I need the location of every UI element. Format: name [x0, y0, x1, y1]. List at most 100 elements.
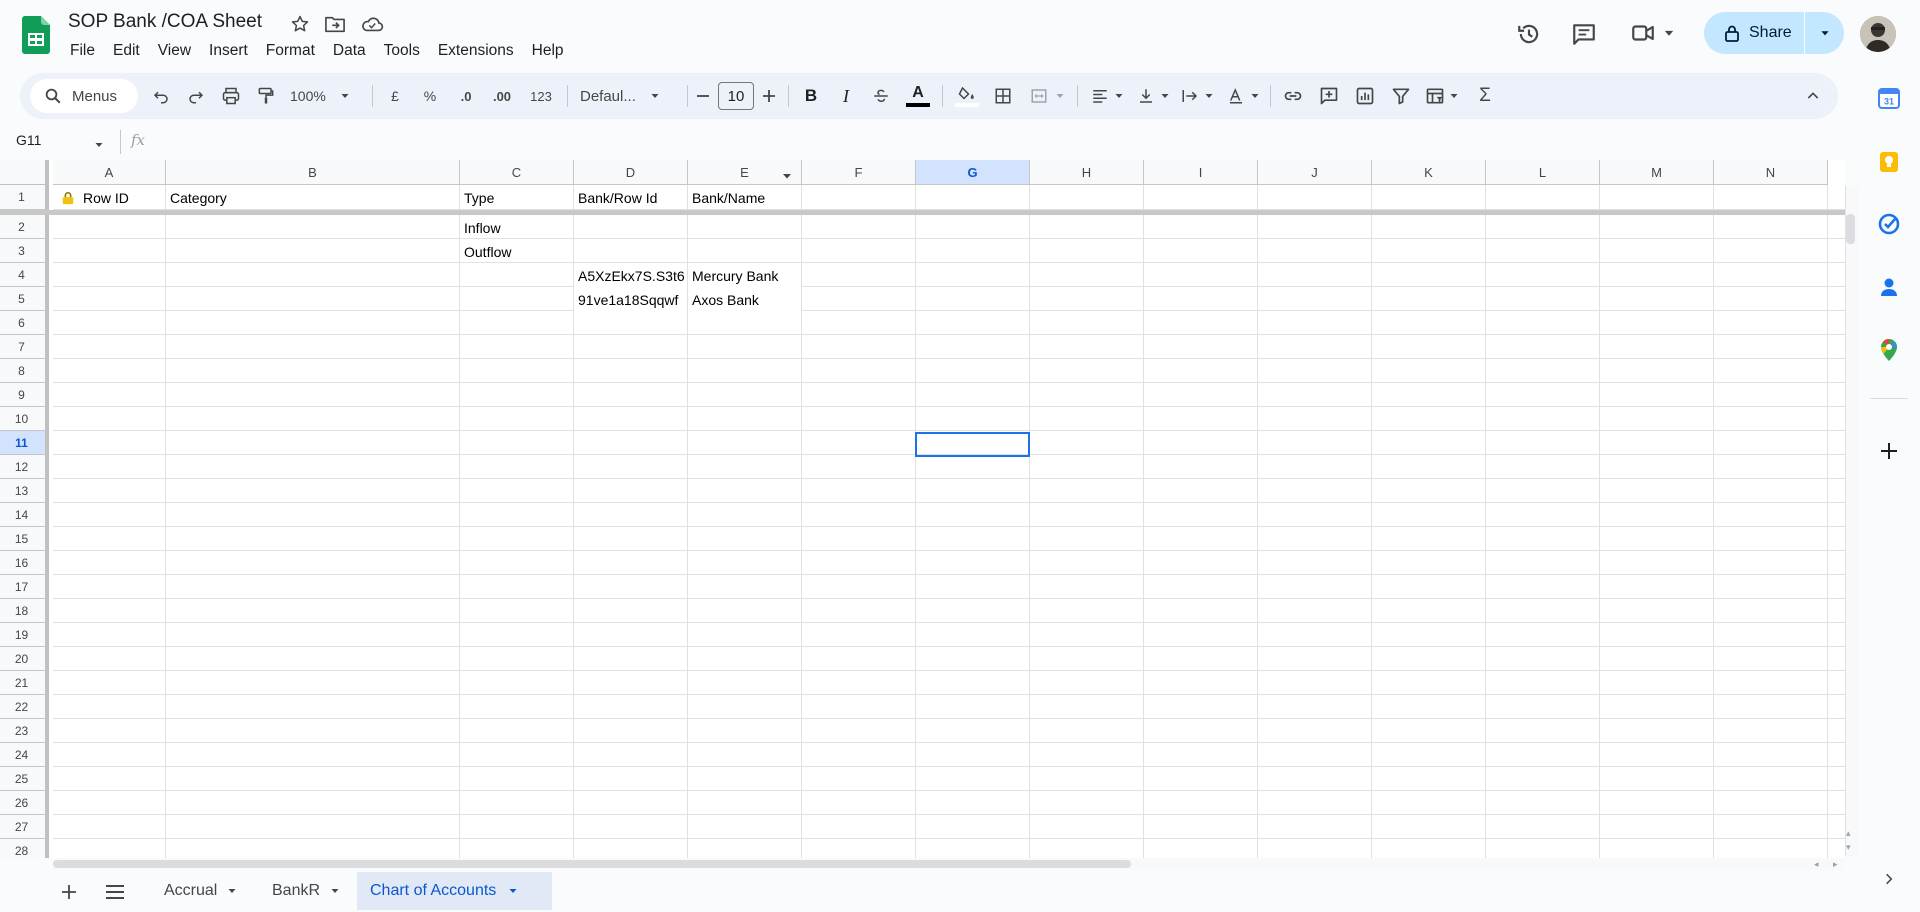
collapse-toolbar-icon[interactable]	[1800, 80, 1826, 112]
menu-file[interactable]: File	[60, 42, 104, 60]
scroll-up-icon[interactable]: ▴	[1846, 828, 1851, 839]
cell-D5[interactable]: 91ve1a18Sqqwf	[574, 288, 687, 311]
move-folder-icon[interactable]	[323, 12, 347, 36]
cell-A1[interactable]: Row ID	[53, 185, 165, 210]
row-header-18[interactable]: 18	[0, 599, 49, 623]
row-header-2[interactable]: 2	[0, 215, 49, 239]
row-header-21[interactable]: 21	[0, 671, 49, 695]
menu-view[interactable]: View	[149, 42, 200, 60]
cell-B1[interactable]: Category	[166, 185, 459, 210]
contacts-icon[interactable]	[1876, 274, 1902, 300]
horizontal-align-icon[interactable]	[1087, 80, 1127, 112]
column-e-menu-icon[interactable]	[782, 168, 792, 186]
zoom-select[interactable]: 100%	[290, 80, 360, 112]
row-header-26[interactable]: 26	[0, 791, 49, 815]
vertical-align-icon[interactable]	[1133, 80, 1173, 112]
font-size-input[interactable]: 10	[718, 82, 754, 110]
column-header-m[interactable]: M	[1600, 160, 1714, 185]
scroll-left-icon[interactable]: ◂	[1814, 859, 1819, 870]
avatar[interactable]	[1860, 16, 1896, 52]
column-header-c[interactable]: C	[460, 160, 574, 185]
insert-comment-icon[interactable]	[1315, 80, 1343, 112]
column-header-d[interactable]: D	[574, 160, 688, 185]
sheet-tab-bankr[interactable]: BankR	[262, 872, 350, 910]
filter-icon[interactable]	[1387, 80, 1415, 112]
text-rotation-icon[interactable]	[1223, 80, 1263, 112]
row-header-16[interactable]: 16	[0, 551, 49, 575]
menus-search[interactable]: Menus	[30, 79, 138, 113]
fill-color-icon[interactable]	[952, 80, 982, 112]
undo-icon[interactable]	[148, 80, 174, 112]
cell-E5[interactable]: Axos Bank	[688, 288, 801, 311]
row-header-24[interactable]: 24	[0, 743, 49, 767]
share-button[interactable]: Share	[1704, 12, 1844, 54]
row-header-7[interactable]: 7	[0, 335, 49, 359]
share-main[interactable]: Share	[1704, 12, 1804, 54]
star-icon[interactable]	[288, 12, 312, 36]
cell-D4[interactable]: A5XzEkx7S.S3t6	[574, 264, 687, 287]
tasks-icon[interactable]	[1876, 211, 1902, 237]
row-header-3[interactable]: 3	[0, 239, 49, 263]
row-header-14[interactable]: 14	[0, 503, 49, 527]
cloud-saved-icon[interactable]	[360, 12, 384, 36]
row-header-19[interactable]: 19	[0, 623, 49, 647]
font-select[interactable]: Defaul...	[580, 80, 680, 112]
row-header-17[interactable]: 17	[0, 575, 49, 599]
menu-help[interactable]: Help	[523, 42, 573, 60]
italic-icon[interactable]: I	[833, 80, 859, 112]
functions-icon[interactable]: Σ	[1472, 80, 1498, 112]
row-header-4[interactable]: 4	[0, 263, 49, 287]
column-header-j[interactable]: J	[1258, 160, 1372, 185]
row-header-13[interactable]: 13	[0, 479, 49, 503]
frozen-row-divider[interactable]	[0, 210, 1845, 215]
sheets-logo-icon[interactable]	[22, 16, 50, 54]
column-header-k[interactable]: K	[1372, 160, 1486, 185]
name-box-dropdown[interactable]	[94, 137, 104, 155]
row-header-12[interactable]: 12	[0, 455, 49, 479]
keep-icon[interactable]	[1876, 149, 1902, 175]
strikethrough-icon[interactable]	[868, 80, 894, 112]
row-header-6[interactable]: 6	[0, 311, 49, 335]
paint-format-icon[interactable]	[253, 80, 279, 112]
column-header-g[interactable]: G	[916, 160, 1030, 185]
decrease-font-size-icon[interactable]	[692, 80, 714, 112]
bold-icon[interactable]: B	[798, 80, 824, 112]
expand-side-panel-icon[interactable]	[1876, 866, 1902, 892]
row-header-27[interactable]: 27	[0, 815, 49, 839]
name-box[interactable]: G11	[16, 132, 96, 148]
menu-extensions[interactable]: Extensions	[429, 42, 523, 60]
column-header-i[interactable]: I	[1144, 160, 1258, 185]
scroll-right-icon[interactable]: ▸	[1833, 859, 1838, 870]
menu-tools[interactable]: Tools	[375, 42, 429, 60]
select-all-corner[interactable]	[0, 160, 49, 185]
spreadsheet-grid[interactable]: ABCDEFGHIJKLMN 1 2 3 4 5 6 7 8 9 10 11 12 13 14 15 16 17…	[0, 160, 1845, 858]
document-title[interactable]: SOP Bank /COA Sheet	[68, 11, 262, 33]
row-header-1[interactable]: 1	[0, 185, 49, 210]
row-header-10[interactable]: 10	[0, 407, 49, 431]
comments-icon[interactable]	[1564, 14, 1604, 54]
text-wrapping-icon[interactable]	[1177, 80, 1217, 112]
selected-cell-G11[interactable]	[915, 432, 1030, 457]
number-format-button[interactable]: 123	[526, 80, 556, 112]
maps-icon[interactable]	[1876, 337, 1902, 363]
sheet-tab-chart-of-accounts[interactable]: Chart of Accounts	[357, 872, 552, 910]
column-header-b[interactable]: B	[166, 160, 460, 185]
sheet-tab-accrual[interactable]: Accrual	[154, 872, 250, 910]
redo-icon[interactable]	[183, 80, 209, 112]
row-header-8[interactable]: 8	[0, 359, 49, 383]
decrease-decimal-button[interactable]: .0	[453, 80, 479, 112]
merge-cells-icon[interactable]	[1026, 80, 1068, 112]
horizontal-scroll-thumb[interactable]	[53, 860, 1131, 868]
add-sheet-icon[interactable]	[58, 881, 80, 903]
share-dropdown[interactable]	[1805, 12, 1844, 54]
vertical-scroll-thumb[interactable]	[1846, 214, 1855, 244]
all-sheets-icon[interactable]	[103, 881, 127, 903]
print-icon[interactable]	[218, 80, 244, 112]
row-header-25[interactable]: 25	[0, 767, 49, 791]
calendar-icon[interactable]: 31	[1876, 85, 1902, 111]
row-header-23[interactable]: 23	[0, 719, 49, 743]
cell-D1[interactable]: Bank/Row Id	[574, 185, 687, 210]
formula-input[interactable]	[160, 132, 1840, 152]
column-header-f[interactable]: F	[802, 160, 916, 185]
column-header-a[interactable]: A	[53, 160, 166, 185]
